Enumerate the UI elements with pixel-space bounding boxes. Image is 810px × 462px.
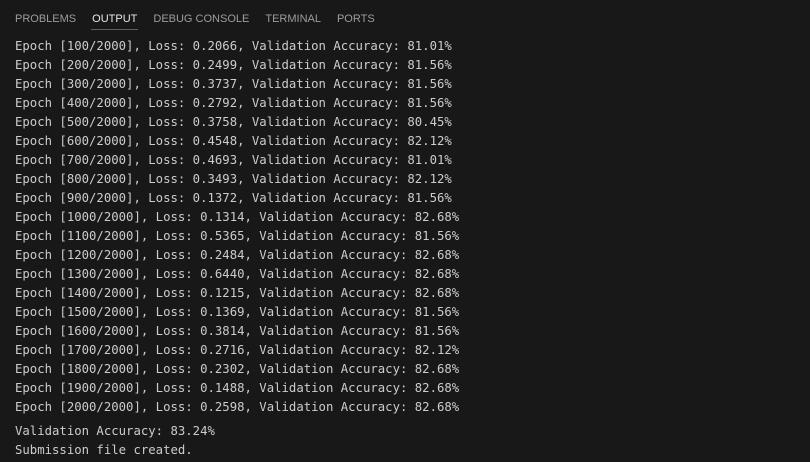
final-accuracy-line: Validation Accuracy: 83.24% xyxy=(15,424,215,438)
log-line: Epoch [1700/2000], Loss: 0.2716, Validat… xyxy=(15,343,460,357)
tab-debug-console[interactable]: DEBUG CONSOLE xyxy=(153,0,249,35)
log-line: Epoch [200/2000], Loss: 0.2499, Validati… xyxy=(15,58,452,72)
log-line: Epoch [1800/2000], Loss: 0.2302, Validat… xyxy=(15,362,460,376)
log-line: Epoch [700/2000], Loss: 0.4693, Validati… xyxy=(15,153,452,167)
log-line: Epoch [1400/2000], Loss: 0.1215, Validat… xyxy=(15,286,460,300)
log-line: Epoch [500/2000], Loss: 0.3758, Validati… xyxy=(15,115,452,129)
log-line: Epoch [900/2000], Loss: 0.1372, Validati… xyxy=(15,191,452,205)
log-line: Epoch [1300/2000], Loss: 0.6440, Validat… xyxy=(15,267,460,281)
log-line: Epoch [1500/2000], Loss: 0.1369, Validat… xyxy=(15,305,460,319)
log-line: Epoch [400/2000], Loss: 0.2792, Validati… xyxy=(15,96,452,110)
tab-problems[interactable]: PROBLEMS xyxy=(15,0,76,35)
log-line: Epoch [300/2000], Loss: 0.3737, Validati… xyxy=(15,77,452,91)
panel-tab-bar: PROBLEMS OUTPUT DEBUG CONSOLE TERMINAL P… xyxy=(0,0,810,35)
tab-output[interactable]: OUTPUT xyxy=(91,0,139,35)
submission-status-line: Submission file created. xyxy=(15,443,193,457)
log-line: Epoch [100/2000], Loss: 0.2066, Validati… xyxy=(15,39,452,53)
log-line: Epoch [1200/2000], Loss: 0.2484, Validat… xyxy=(15,248,460,262)
log-line: Epoch [1000/2000], Loss: 0.1314, Validat… xyxy=(15,210,460,224)
log-line: Epoch [600/2000], Loss: 0.4548, Validati… xyxy=(15,134,452,148)
output-panel: PROBLEMS OUTPUT DEBUG CONSOLE TERMINAL P… xyxy=(0,0,810,462)
log-line: Epoch [1900/2000], Loss: 0.1488, Validat… xyxy=(15,381,460,395)
tab-ports[interactable]: PORTS xyxy=(337,0,375,35)
log-line: Epoch [1600/2000], Loss: 0.3814, Validat… xyxy=(15,324,460,338)
log-line: Epoch [1100/2000], Loss: 0.5365, Validat… xyxy=(15,229,460,243)
tab-terminal[interactable]: TERMINAL xyxy=(265,0,321,35)
log-line: Epoch [800/2000], Loss: 0.3493, Validati… xyxy=(15,172,452,186)
log-line: Epoch [2000/2000], Loss: 0.2598, Validat… xyxy=(15,400,460,414)
output-log[interactable]: Epoch [100/2000], Loss: 0.2066, Validati… xyxy=(15,37,805,459)
